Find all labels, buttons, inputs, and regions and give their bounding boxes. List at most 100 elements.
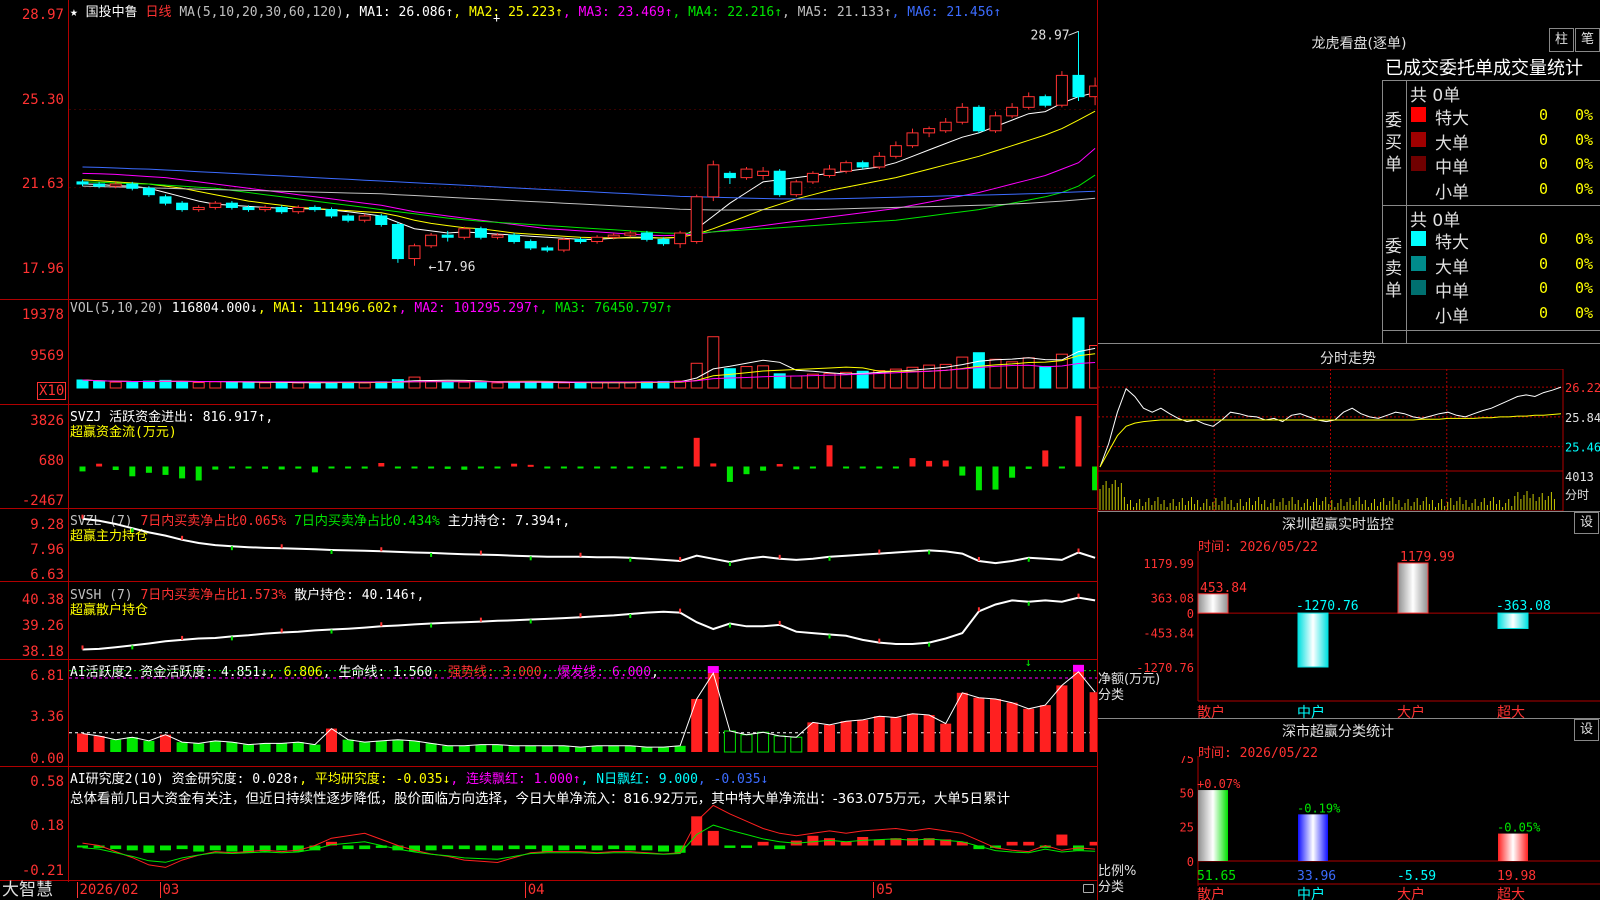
sell-count: 0 <box>1539 303 1549 322</box>
svzj-bar <box>610 466 617 469</box>
burst-marker <box>1073 664 1084 672</box>
intraday-panel[interactable]: 分时走势 26.22 25.84 25.46 4013 分时 <box>1098 343 1600 511</box>
candle-body <box>873 155 886 168</box>
svzj-fund-flow-chart[interactable] <box>69 405 1097 508</box>
szc-tick: 50 <box>1180 786 1194 800</box>
buy-color-swatch <box>1411 156 1426 171</box>
candle-body <box>591 236 604 243</box>
intraday-price-tick: 25.46 <box>1565 441 1600 455</box>
main-chart-area[interactable]: ★ 国投中鲁 日线 MA(5,10,20,30,60,120), MA1: 26… <box>0 0 1098 900</box>
candle-body <box>425 234 438 247</box>
activity-bar <box>292 742 304 752</box>
ai-activity-chart[interactable]: ↓ <box>69 660 1097 766</box>
activity-bar <box>1039 705 1051 752</box>
price-candlestick-chart[interactable]: 28.97 ←17.96 + <box>69 0 1097 299</box>
sz-monitor-settings-button[interactable]: 设 <box>1574 512 1599 534</box>
svzj-bar <box>859 466 866 469</box>
activity-bar <box>1006 702 1018 752</box>
intraday-price-tick: 25.84 <box>1565 411 1600 425</box>
activity-bar <box>243 744 254 752</box>
sz-monitor-title: 深圳超赢实时监控 <box>1282 517 1394 533</box>
sell-color-swatch <box>1411 231 1426 246</box>
research-bar <box>907 838 918 846</box>
volume-bar <box>275 382 288 389</box>
activity-bar <box>259 743 271 752</box>
volume-bar <box>557 382 570 389</box>
activity-bar <box>1056 685 1068 752</box>
sz-classify-settings-button[interactable]: 设 <box>1574 719 1599 741</box>
candle-body <box>126 183 139 189</box>
svzj-tick-1: 3826 <box>30 413 64 429</box>
szc-tick: 0 <box>1187 855 1194 869</box>
candle-body <box>225 202 238 208</box>
research-bar <box>658 845 669 852</box>
high-price-arrow <box>1068 30 1079 36</box>
svzj-bar <box>594 466 601 469</box>
activity-bar <box>309 744 321 752</box>
cursor-marker: + <box>493 11 500 25</box>
sell-percent: 0% <box>1575 254 1594 273</box>
szm-bar-label-3: -363.08 <box>1496 599 1551 614</box>
svzj-bar <box>262 466 269 469</box>
svzj-bar <box>643 466 650 469</box>
svzl-main-holding-chart[interactable] <box>69 509 1097 581</box>
buy-percent: 0% <box>1575 179 1594 198</box>
szc-bottom-label-2: -5.59 <box>1397 869 1436 884</box>
buy-row: 特大 0 0% <box>1099 104 1600 129</box>
svzl-line <box>82 517 1096 565</box>
intraday-vol-unit: 分时 <box>1565 488 1589 502</box>
candle-body <box>491 234 504 238</box>
sz-monitor-bar-chart[interactable]: 1179.99363.080-453.84-1270.76453.84散户-12… <box>1098 551 1600 718</box>
candle-body <box>889 145 902 157</box>
sell-color-swatch <box>1411 255 1426 271</box>
svzj-bar <box>892 466 899 469</box>
svzj-bar <box>660 466 667 469</box>
sell-row: 特大 0 0% <box>1099 228 1600 253</box>
candle-body <box>707 164 720 198</box>
bar-view-button[interactable]: 柱 <box>1549 28 1574 52</box>
volume-bar <box>1089 345 1097 389</box>
svzj-bar <box>975 466 982 491</box>
activity-bar <box>409 740 420 752</box>
svzj-bar <box>212 466 219 470</box>
activity-bar <box>492 744 503 752</box>
pen-view-button[interactable]: 笔 <box>1575 28 1600 52</box>
svzj-bar <box>959 466 966 476</box>
szc-tick: 75 <box>1180 756 1194 766</box>
research-bar <box>359 845 371 850</box>
volume-chart[interactable] <box>69 300 1097 404</box>
volume-bar <box>790 375 803 389</box>
szm-tick: 363.08 <box>1151 592 1194 606</box>
sell-count: 0 <box>1539 230 1549 248</box>
svzj-bar <box>1042 450 1049 467</box>
activity-bar <box>807 722 819 752</box>
down-arrow-marker: ↓ <box>1025 660 1032 669</box>
svzl-tick-1: 9.28 <box>30 517 64 533</box>
svzj-bar <box>428 466 435 469</box>
low-price-label: ←17.96 <box>429 260 476 275</box>
price-tick-2: 25.30 <box>21 92 64 108</box>
volume-bar <box>408 376 421 389</box>
candle-body <box>292 206 305 213</box>
sz-classify-bar-chart[interactable]: 75 50 25 0 +0.07% 51.65 散户 -0.19% 33.96 中户 -5.59 大户… <box>1098 756 1600 900</box>
volume-bar <box>342 382 355 389</box>
activity-bar <box>209 740 221 752</box>
volume-bar <box>192 382 205 389</box>
sell-row: 大单 0 0% <box>1099 253 1600 278</box>
intraday-chart[interactable]: 26.22 25.84 25.46 4013 分时 <box>1098 369 1600 511</box>
candle-body <box>109 183 122 187</box>
candle-body <box>989 115 1002 132</box>
ai-research-chart[interactable] <box>69 767 1097 880</box>
lock-icon[interactable] <box>1083 884 1094 893</box>
candle-body <box>375 215 388 225</box>
svsh-retail-holding-chart[interactable] <box>69 582 1097 659</box>
svzj-bar <box>577 466 584 469</box>
szm-bar-label-0: 453.84 <box>1200 581 1247 596</box>
sell-type-label: 小单 <box>1435 306 1469 327</box>
dragon-tiger-subtitle: 已成交委托单成交量统计 <box>1385 58 1583 79</box>
volume-bar <box>972 352 985 389</box>
vol-tick-1: 19378 <box>21 307 64 323</box>
research-bar <box>209 845 221 851</box>
svzj-bar <box>129 466 136 477</box>
sell-type-label: 大单 <box>1435 257 1469 278</box>
